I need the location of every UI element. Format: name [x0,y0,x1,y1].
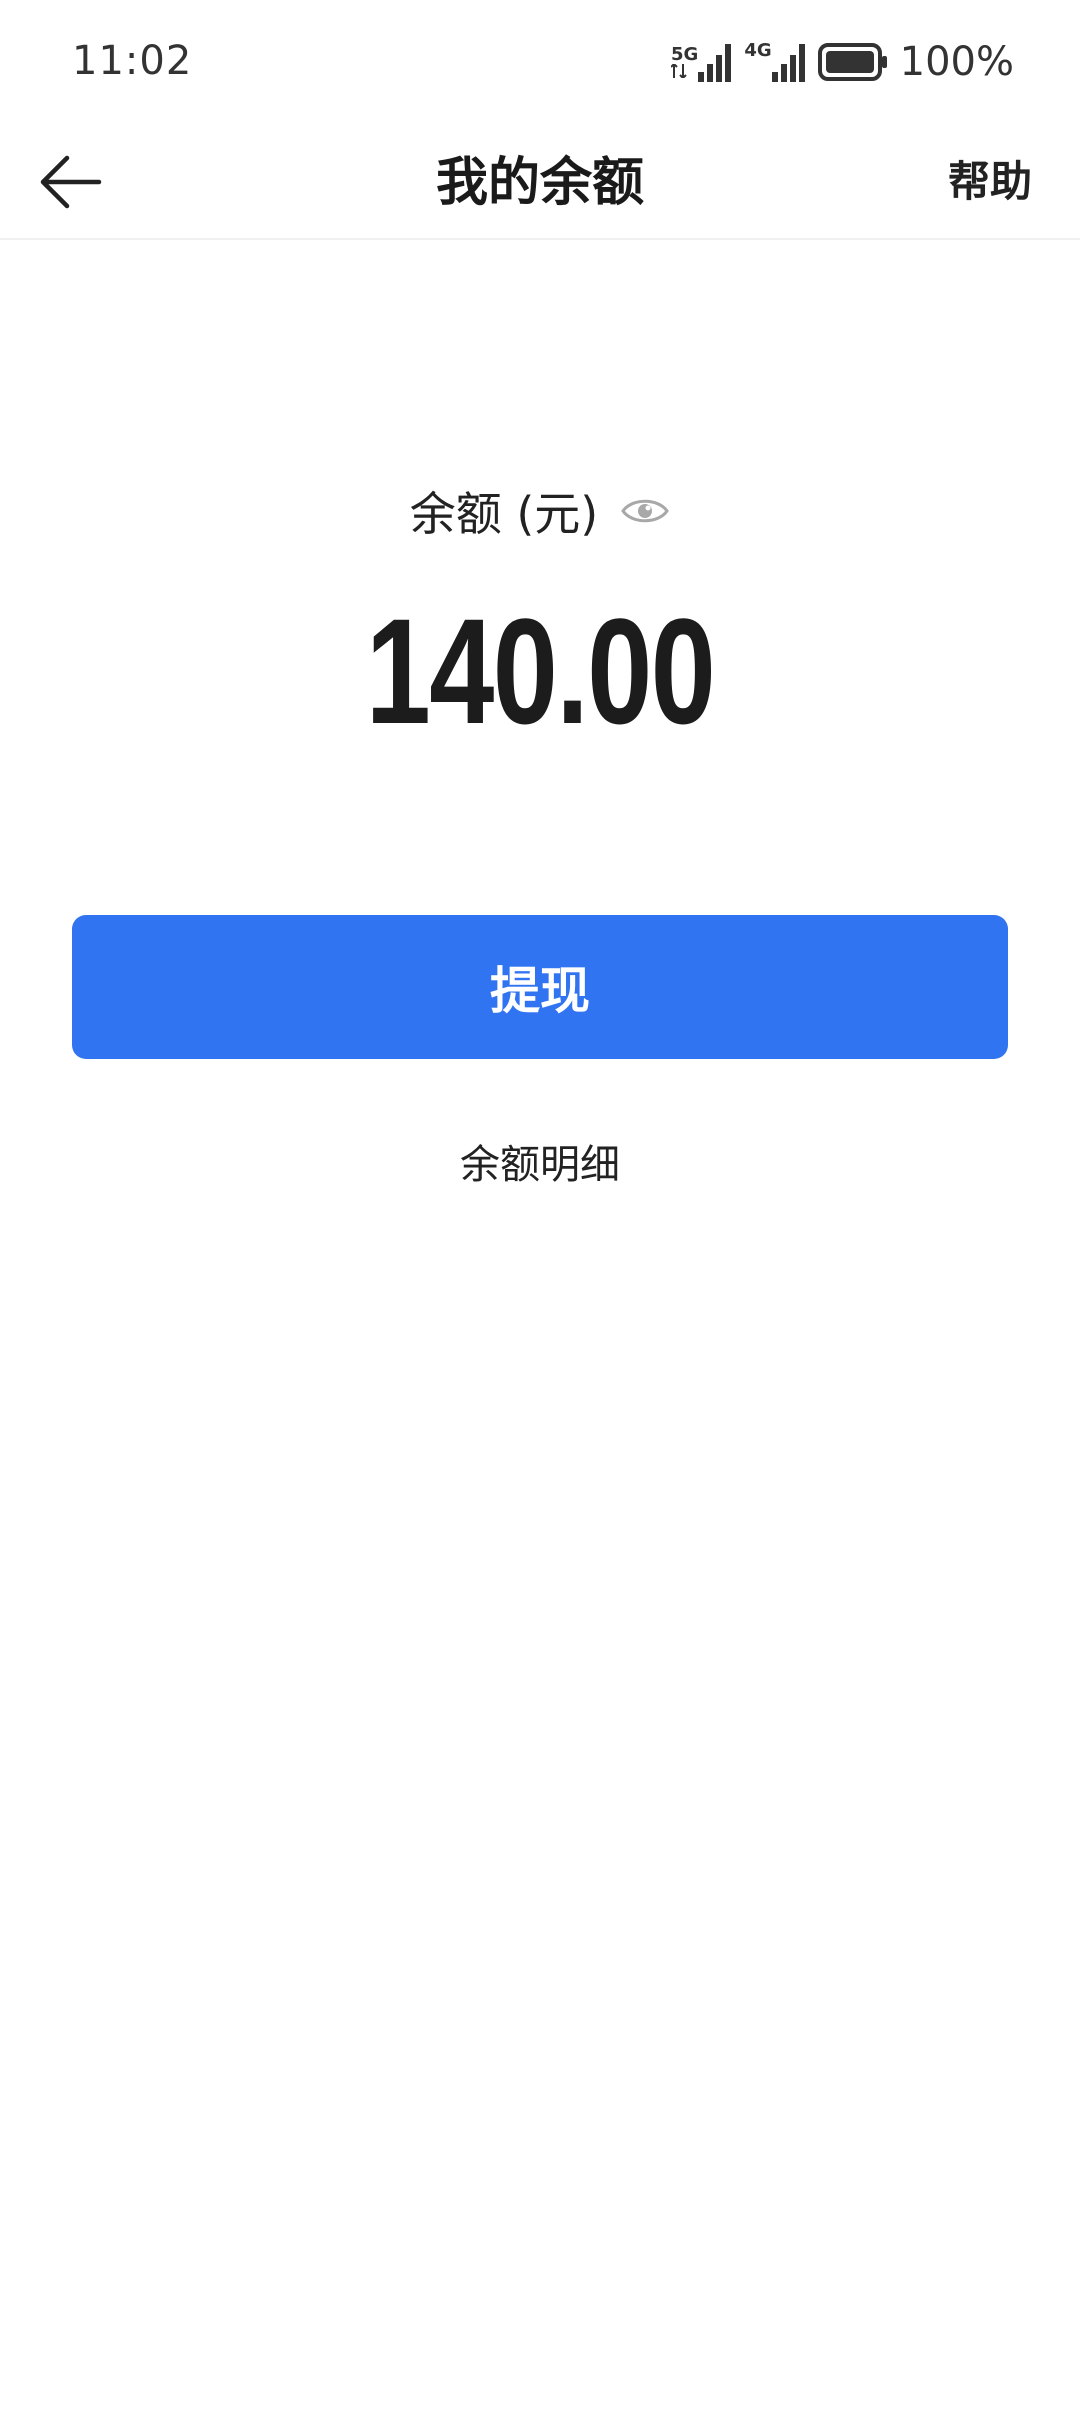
page-title: 我的余额 [435,153,644,213]
status-time: 11:02 [72,38,193,84]
signal-5g-icon: 5G [671,42,734,82]
nav-bar: 我的余额 帮助 [0,120,1080,240]
net-label-5g: 5G [671,44,699,65]
balance-header: 余额 (元) [0,478,1080,544]
status-bar: 11:02 5G 4G 100% [0,0,1080,120]
help-button[interactable]: 帮助 [948,148,1032,209]
eye-icon[interactable] [620,494,670,528]
balance-amount: 140.00 [365,587,716,755]
status-indicators: 5G 4G 100% [671,39,1014,85]
balance-detail-link[interactable]: 余额明细 [0,1132,1080,1190]
battery-percent: 100% [899,39,1014,85]
withdraw-button[interactable]: 提现 [72,915,1008,1059]
signal-4g-icon: 4G [744,42,807,82]
battery-icon [817,42,888,82]
balance-label: 余额 (元) [409,487,599,541]
net-label-4g: 4G [744,40,772,61]
